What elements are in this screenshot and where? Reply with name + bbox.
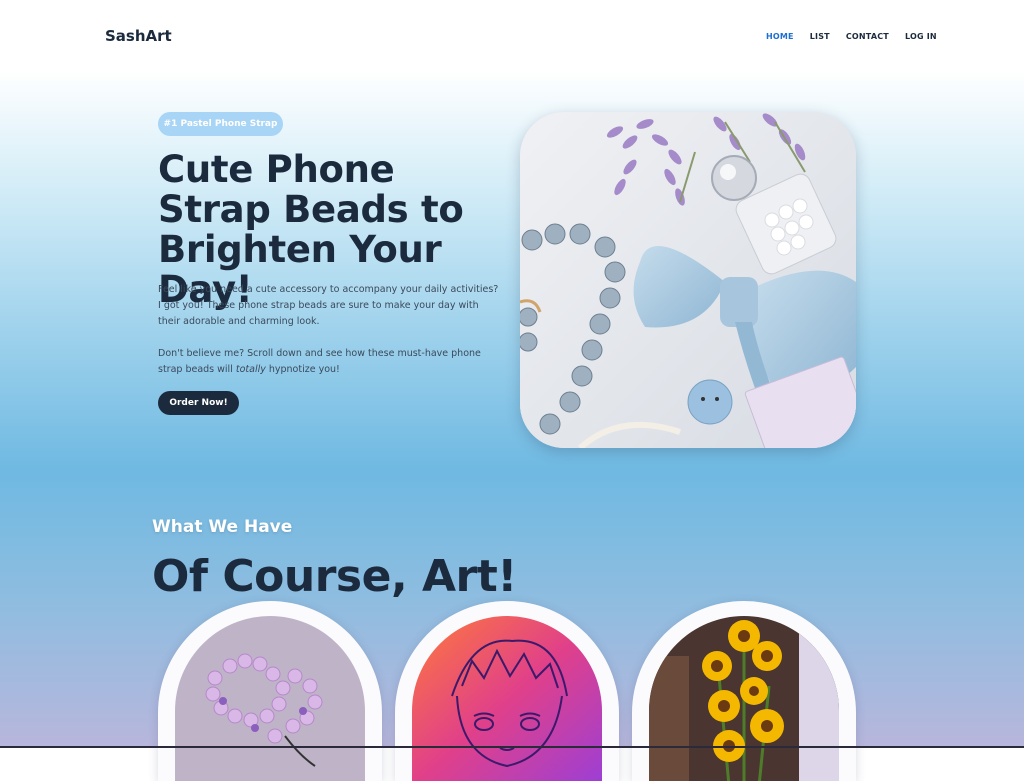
hero-paragraph-1: Feel like you need a cute accessory to a… <box>158 284 499 327</box>
drawing-illustration <box>412 616 602 781</box>
art-card-drawing-image <box>412 616 602 781</box>
art-card-beads-image <box>175 616 365 781</box>
nav-contact[interactable]: CONTACT <box>846 32 889 41</box>
section-subtitle: What We Have <box>152 517 293 537</box>
nav-home[interactable]: HOME <box>766 32 794 41</box>
main-nav: HOME LIST CONTACT LOG IN <box>766 32 937 41</box>
brand-logo[interactable]: SashArt <box>105 27 172 45</box>
sunflower-photo-illustration <box>649 616 839 781</box>
order-now-button[interactable]: Order Now! <box>158 391 239 415</box>
art-card-sunflowers-image <box>649 616 839 781</box>
hero-paragraph-2-emphasis: totally <box>235 364 266 375</box>
art-card-sunflowers[interactable] <box>632 601 856 781</box>
hero-paragraph-2: Don't believe me? Scroll down and see ho… <box>158 346 503 378</box>
product-photo-illustration <box>520 112 856 448</box>
hero-badge: #1 Pastel Phone Strap <box>158 112 283 136</box>
art-card-beads[interactable] <box>158 601 382 781</box>
nav-login[interactable]: LOG IN <box>905 32 937 41</box>
section-title: Of Course, Art! <box>152 551 517 602</box>
hero-paragraph-2-end: hypnotize you! <box>265 364 340 375</box>
nav-list[interactable]: LIST <box>810 32 830 41</box>
hero-product-image <box>520 112 856 448</box>
art-card-drawing[interactable] <box>395 601 619 781</box>
beads-photo-illustration <box>175 616 365 781</box>
